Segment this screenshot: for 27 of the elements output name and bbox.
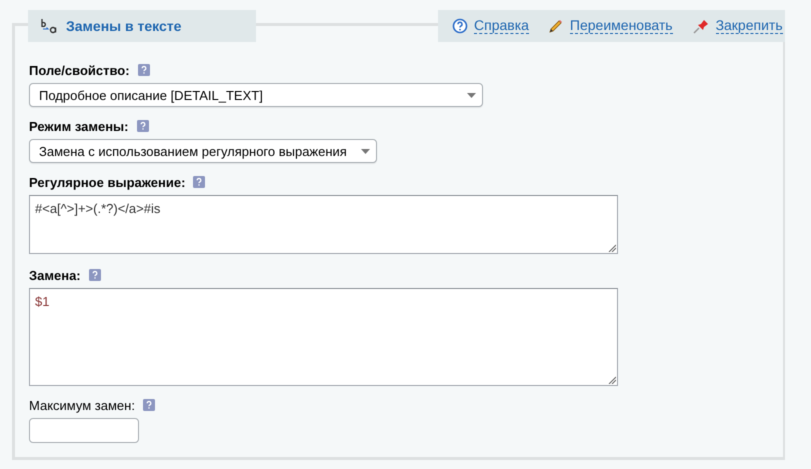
panel-title: Замены в тексте [66,18,182,34]
action-link[interactable]: Справка [474,18,529,34]
action-link[interactable]: Закрепить [716,18,783,34]
text-area[interactable]: $1 [29,288,618,386]
help-icon[interactable] [136,120,148,132]
help-icon[interactable] [88,269,101,281]
dropdown[interactable]: Подробное описание [DETAIL_TEXT] [29,83,483,107]
field-label: Режим замены: [29,118,128,134]
text-area[interactable]: #<a[^>]+>(.*?)</a>#is [29,195,618,254]
help-icon[interactable] [452,18,468,34]
caret-icon [361,148,370,154]
input-field[interactable] [29,418,139,443]
help-icon[interactable] [138,64,150,76]
field-label: Замена: [29,268,81,282]
field-label: Поле/свойство: [29,62,130,78]
resize-grip-icon[interactable] [608,376,616,384]
caret-icon [467,92,476,98]
resize-grip-icon[interactable] [608,244,616,252]
pin-icon[interactable] [692,18,710,34]
replace-icon [40,18,58,34]
help-icon[interactable] [193,176,206,188]
action-link[interactable]: Переименовать [570,18,673,34]
field-label: Регулярное выражение: [29,174,186,190]
pencil-icon[interactable] [548,18,564,34]
field-label: Максимум замен: [29,398,135,412]
dropdown[interactable]: Замена с использованием регулярного выражения [29,139,377,163]
help-icon[interactable] [142,399,155,411]
